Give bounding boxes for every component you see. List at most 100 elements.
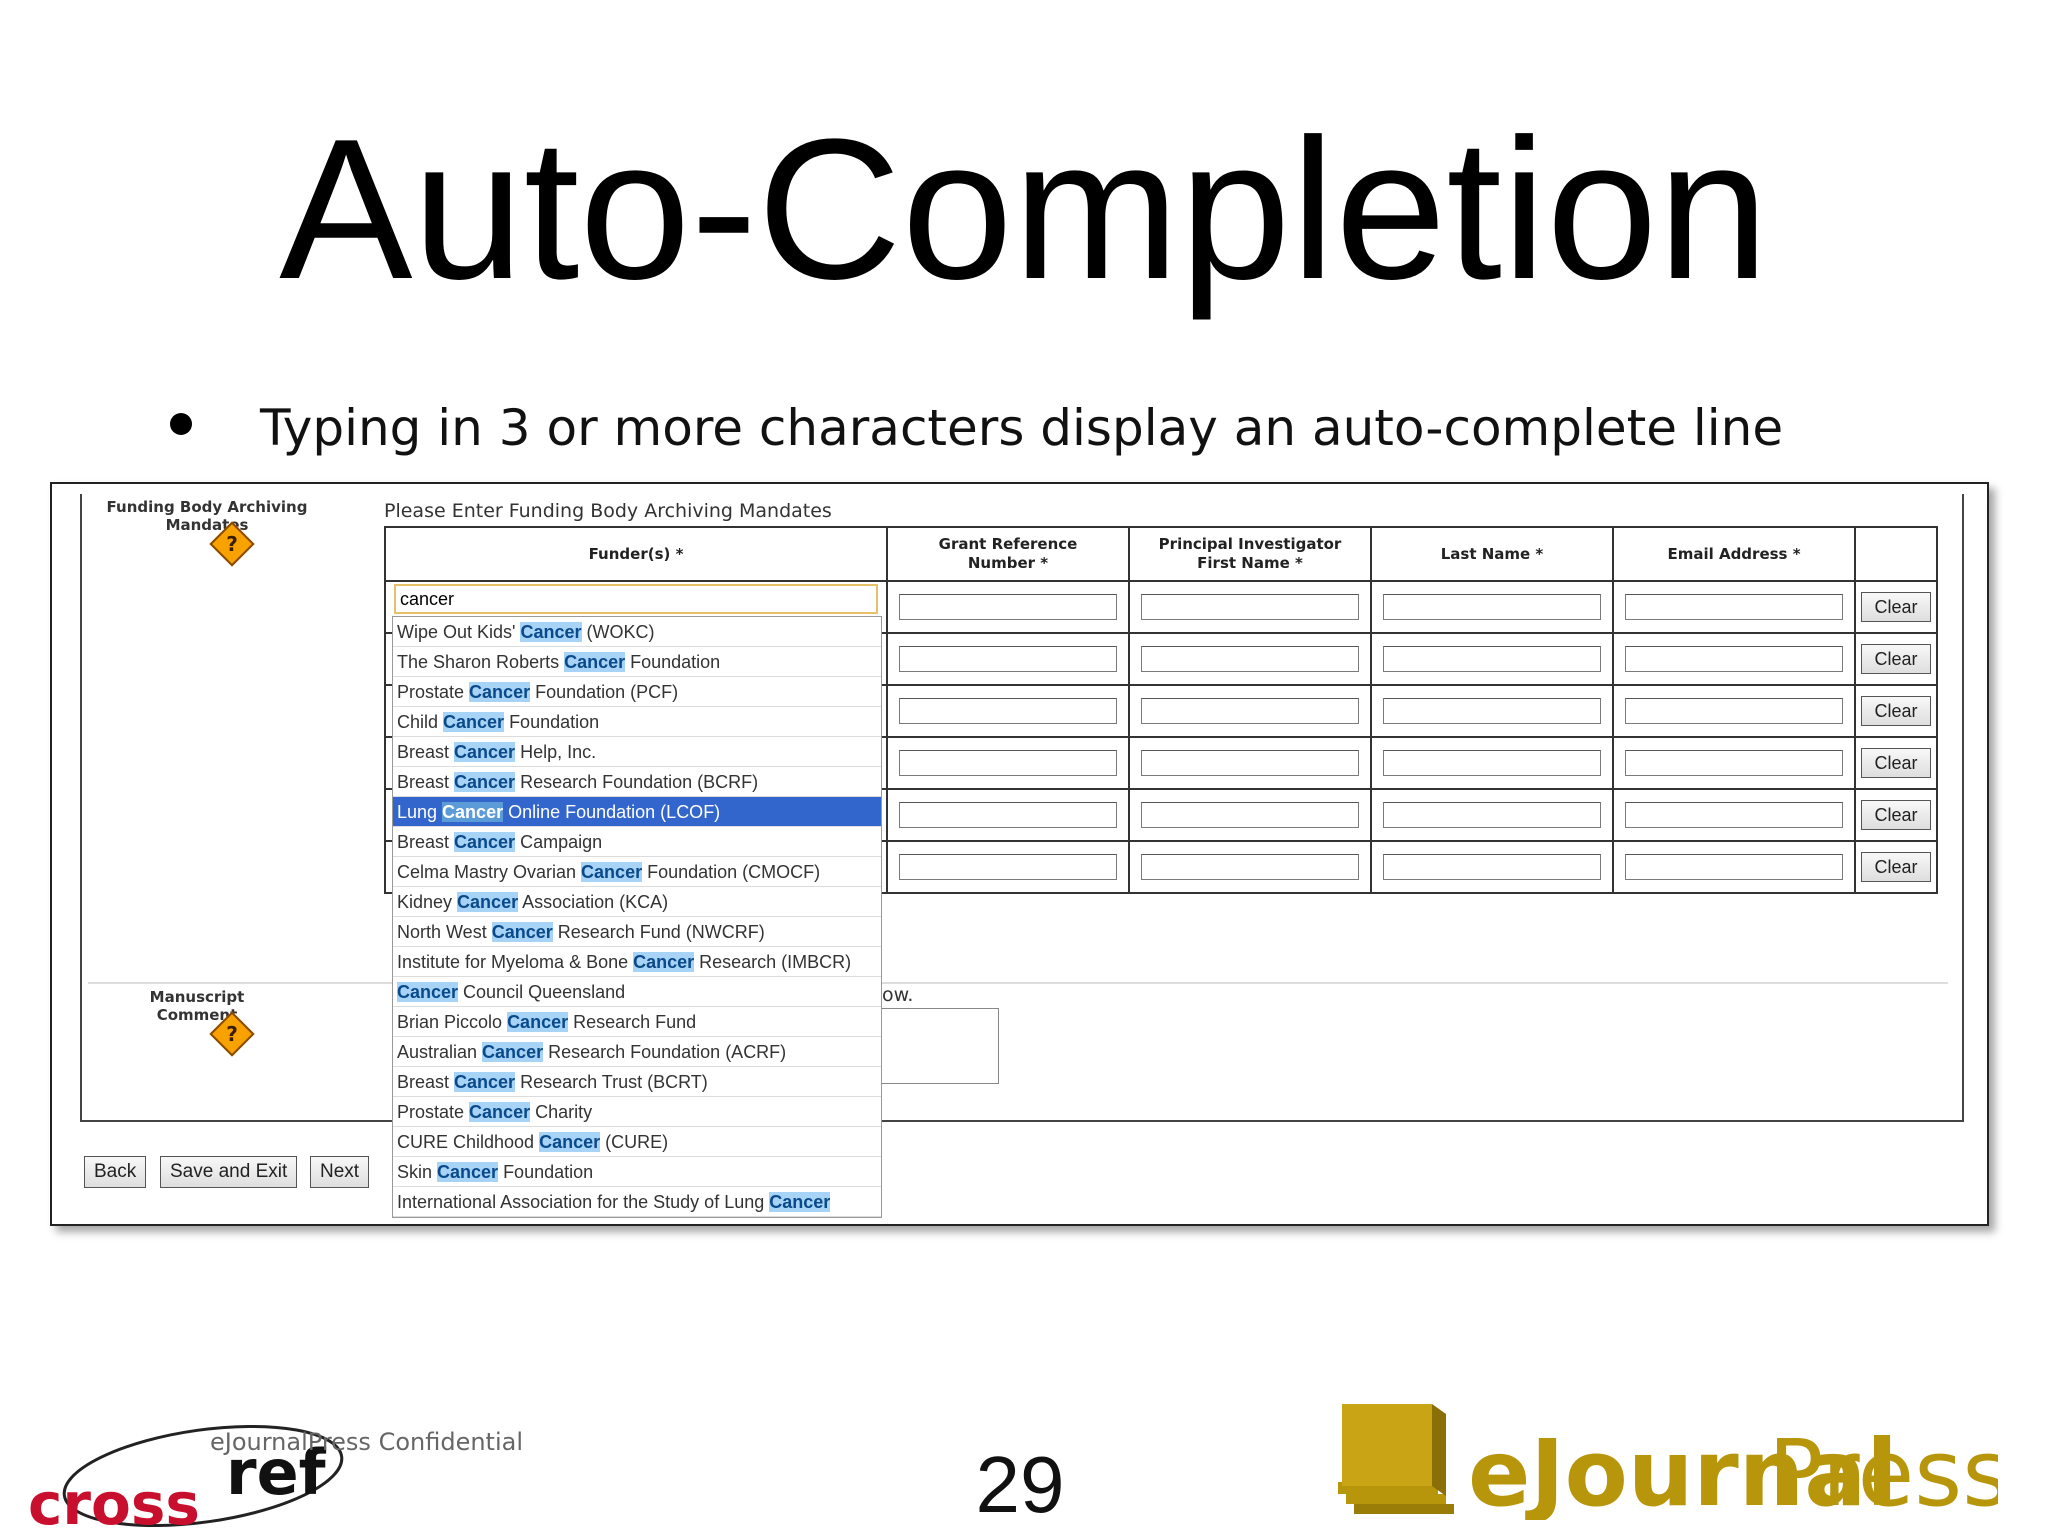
option-match-highlight: Cancer xyxy=(564,652,626,672)
page-number: 29 xyxy=(975,1440,1065,1529)
clear-button[interactable]: Clear xyxy=(1861,696,1931,726)
last-name-field[interactable] xyxy=(1383,594,1601,620)
clear-button[interactable]: Clear xyxy=(1861,852,1931,882)
col-actions xyxy=(1854,526,1938,582)
autocomplete-option[interactable]: Lung Cancer Online Foundation (LCOF) xyxy=(393,797,881,827)
col-email: Email Address * xyxy=(1612,526,1856,582)
clear-button[interactable]: Clear xyxy=(1861,748,1931,778)
clear-cell: Clear xyxy=(1854,840,1938,894)
pi-first-name-cell xyxy=(1128,632,1372,686)
last-name-field[interactable] xyxy=(1383,802,1601,828)
grant-ref-cell xyxy=(886,632,1130,686)
option-text-suffix: Help, Inc. xyxy=(515,742,597,762)
autocomplete-dropdown: Wipe Out Kids' Cancer (WOKC) The Sharon R… xyxy=(392,616,882,1218)
bullet-dot-icon xyxy=(170,413,192,435)
clear-button[interactable]: Clear xyxy=(1861,644,1931,674)
autocomplete-option[interactable]: Australian Cancer Research Foundation (A… xyxy=(393,1037,881,1067)
pi-first-name-field[interactable] xyxy=(1141,646,1359,672)
grant-ref-cell xyxy=(886,788,1130,842)
last-name-field[interactable] xyxy=(1383,646,1601,672)
grant-ref-field[interactable] xyxy=(899,646,1117,672)
grant-ref-field[interactable] xyxy=(899,854,1117,880)
col-grant-ref: Grant Reference Number * xyxy=(886,526,1130,582)
grant-ref-cell xyxy=(886,840,1130,894)
autocomplete-option[interactable]: Brian Piccolo Cancer Research Fund xyxy=(393,1007,881,1037)
grant-ref-cell xyxy=(886,736,1130,790)
grant-ref-field[interactable] xyxy=(899,594,1117,620)
pi-first-name-field[interactable] xyxy=(1141,698,1359,724)
email-field[interactable] xyxy=(1625,854,1843,880)
email-cell xyxy=(1612,684,1856,738)
pi-first-name-cell xyxy=(1128,580,1372,634)
last-name-field[interactable] xyxy=(1383,750,1601,776)
back-button[interactable]: Back xyxy=(84,1156,147,1188)
option-match-highlight: Cancer xyxy=(442,802,504,822)
pi-first-name-field[interactable] xyxy=(1141,802,1359,828)
grant-ref-field[interactable] xyxy=(899,750,1117,776)
clear-button[interactable]: Clear xyxy=(1861,592,1931,622)
email-field[interactable] xyxy=(1625,750,1843,776)
grant-ref-field[interactable] xyxy=(899,802,1117,828)
autocomplete-option[interactable]: Breast Cancer Research Trust (BCRT) xyxy=(393,1067,881,1097)
option-match-highlight: Cancer xyxy=(520,622,582,642)
grant-ref-cell xyxy=(886,684,1130,738)
autocomplete-option[interactable]: Institute for Myeloma & Bone Cancer Rese… xyxy=(393,947,881,977)
clear-cell: Clear xyxy=(1854,736,1938,790)
next-button[interactable]: Next xyxy=(310,1156,370,1188)
autocomplete-option[interactable]: Wipe Out Kids' Cancer (WOKC) xyxy=(393,617,881,647)
option-text-suffix: Research Trust (BCRT) xyxy=(515,1072,708,1092)
option-text-prefix: Institute for Myeloma & Bone xyxy=(397,952,634,972)
last-name-cell xyxy=(1370,840,1614,894)
email-cell xyxy=(1612,632,1856,686)
autocomplete-option[interactable]: CURE Childhood Cancer (CURE) xyxy=(393,1127,881,1157)
email-field[interactable] xyxy=(1625,646,1843,672)
autocomplete-option[interactable]: Prostate Cancer Foundation (PCF) xyxy=(393,677,881,707)
autocomplete-option[interactable]: Breast Cancer Help, Inc. xyxy=(393,737,881,767)
autocomplete-option[interactable]: Breast Cancer Research Foundation (BCRF) xyxy=(393,767,881,797)
option-match-highlight: Cancer xyxy=(454,742,516,762)
clear-button[interactable]: Clear xyxy=(1861,800,1931,830)
email-field[interactable] xyxy=(1625,802,1843,828)
ejournalpress-logo: eJournal Press xyxy=(1338,1404,1998,1520)
pi-first-name-field[interactable] xyxy=(1141,854,1359,880)
autocomplete-option[interactable]: Kidney Cancer Association (KCA) xyxy=(393,887,881,917)
option-match-highlight: Cancer xyxy=(539,1132,601,1152)
last-name-field[interactable] xyxy=(1383,698,1601,724)
comment-textarea[interactable] xyxy=(878,1008,999,1084)
autocomplete-option[interactable]: Breast Cancer Campaign xyxy=(393,827,881,857)
last-name-cell xyxy=(1370,632,1614,686)
option-text-prefix: Breast xyxy=(397,772,455,792)
table-header-row: Funder(s) * Grant Reference Number * Pri… xyxy=(384,526,1938,582)
funder-search-input[interactable]: cancer xyxy=(394,584,878,614)
autocomplete-option[interactable]: North West Cancer Research Fund (NWCRF) xyxy=(393,917,881,947)
svg-text:Press: Press xyxy=(1768,1420,1998,1520)
email-field[interactable] xyxy=(1625,594,1843,620)
autocomplete-option[interactable]: Skin Cancer Foundation xyxy=(393,1157,881,1187)
option-text-suffix: Research Fund xyxy=(568,1012,697,1032)
col-funders: Funder(s) * xyxy=(384,526,888,582)
last-name-field[interactable] xyxy=(1383,854,1601,880)
option-match-highlight: Cancer xyxy=(457,892,519,912)
autocomplete-option[interactable]: The Sharon Roberts Cancer Foundation xyxy=(393,647,881,677)
grant-ref-field[interactable] xyxy=(899,698,1117,724)
pi-first-name-cell xyxy=(1128,684,1372,738)
autocomplete-option[interactable]: Child Cancer Foundation xyxy=(393,707,881,737)
email-field[interactable] xyxy=(1625,698,1843,724)
save-exit-button[interactable]: Save and Exit xyxy=(160,1156,298,1188)
autocomplete-option[interactable]: Prostate Cancer Charity xyxy=(393,1097,881,1127)
autocomplete-option[interactable]: Cancer Council Queensland xyxy=(393,977,881,1007)
option-text-suffix: Campaign xyxy=(515,832,603,852)
option-text-prefix: Child xyxy=(397,712,444,732)
pi-first-name-field[interactable] xyxy=(1141,750,1359,776)
autocomplete-option[interactable]: International Association for the Study … xyxy=(393,1187,881,1217)
slide-title: Auto-Completion xyxy=(279,98,1769,321)
svg-text:cross: cross xyxy=(28,1470,200,1532)
option-text-suffix: Foundation xyxy=(498,1162,594,1182)
option-text-prefix: Celma Mastry Ovarian xyxy=(397,862,582,882)
clear-cell: Clear xyxy=(1854,684,1938,738)
autocomplete-option[interactable]: Celma Mastry Ovarian Cancer Foundation (… xyxy=(393,857,881,887)
pi-first-name-field[interactable] xyxy=(1141,594,1359,620)
col-last-name: Last Name * xyxy=(1370,526,1614,582)
option-text-prefix: Prostate xyxy=(397,682,470,702)
option-match-highlight: Cancer xyxy=(633,952,695,972)
